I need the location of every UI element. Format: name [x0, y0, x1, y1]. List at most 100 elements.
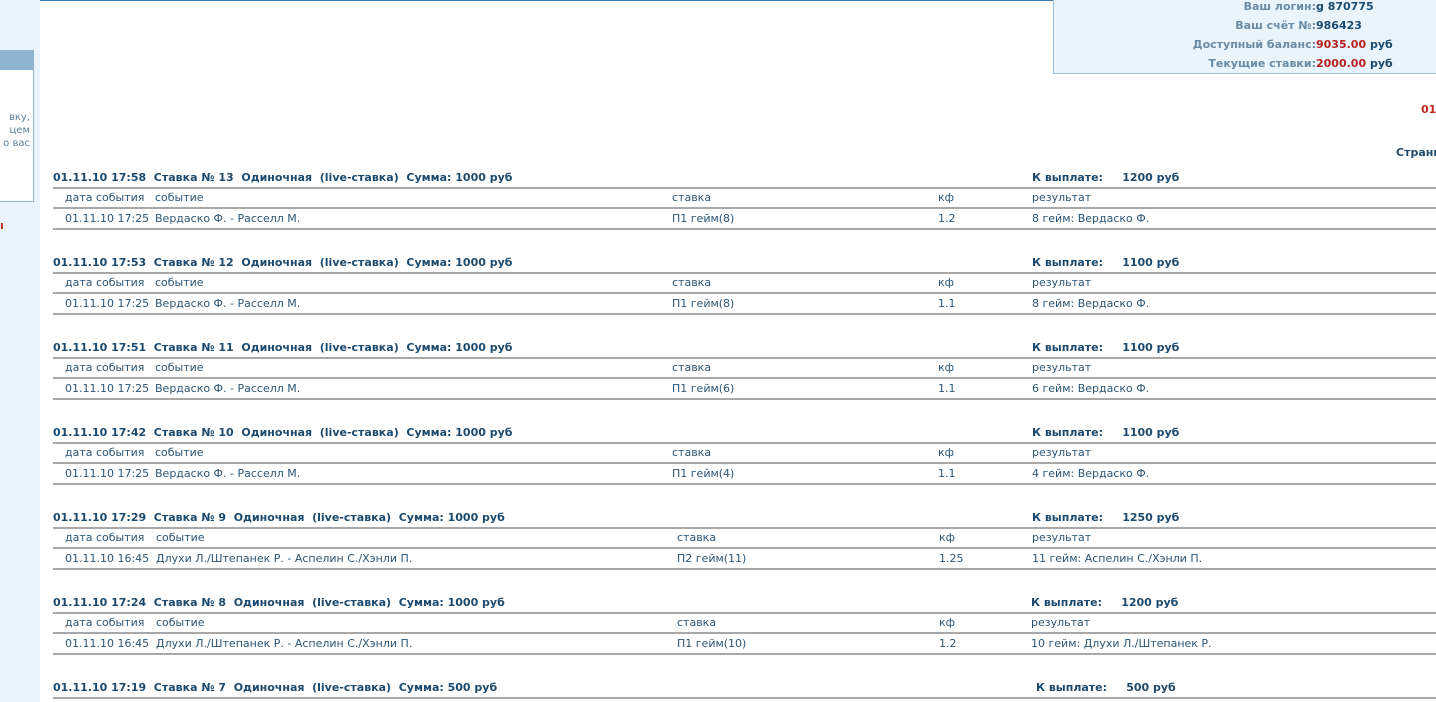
bet-title: 01.11.10 17:42 Ставка № 10 Одиночная (li…: [53, 426, 513, 439]
col-header-coef: кф: [938, 276, 955, 289]
col-header-result: результат: [1032, 191, 1092, 204]
coefficient: 1.2: [938, 212, 956, 225]
balance-value: 9035.00 руб: [1316, 38, 1393, 51]
divider: [53, 272, 1436, 274]
bet-payout: К выплате: 500 руб: [1036, 681, 1176, 694]
event-name: Длухи Л./Штепанек Р. - Аспелин С./Хэнли …: [156, 552, 413, 565]
result: 4 гейм: Вердаско Ф.: [1032, 467, 1150, 480]
bet-payout: К выплате: 1100 руб: [1032, 426, 1180, 439]
left-panel-line: о вас: [3, 138, 30, 149]
bet-block: 01.11.10 17:24 Ставка № 8 Одиночная (liv…: [53, 596, 1436, 666]
event-date: 01.11.10 16:45: [65, 637, 150, 650]
divider: [53, 697, 1436, 699]
current-bets-row: Текущие ставки: 2000.00 руб: [1054, 57, 1436, 76]
left-panel-line: цем: [9, 125, 30, 136]
col-header-coef: кф: [938, 446, 955, 459]
col-header-date: дата события: [65, 361, 145, 374]
account-number-value: 986423: [1316, 19, 1362, 32]
divider: [53, 228, 1436, 230]
bet-title: 01.11.10 17:51 Ставка № 11 Одиночная (li…: [53, 341, 513, 354]
divider: [53, 442, 1436, 444]
col-header-date: дата события: [65, 276, 145, 289]
login-value: g 870775: [1316, 0, 1374, 13]
col-header-date: дата события: [65, 191, 145, 204]
col-header-event: событие: [155, 191, 204, 204]
red-date-fragment: 01: [1421, 103, 1436, 116]
col-header-stake: ставка: [672, 361, 712, 374]
col-header-stake: ставка: [677, 531, 717, 544]
col-header-coef: кф: [938, 191, 955, 204]
balance-label: Доступный баланс:: [1192, 38, 1316, 51]
divider: [53, 462, 1436, 464]
divider: [53, 292, 1436, 294]
coefficient: 1.1: [938, 467, 956, 480]
coefficient: 1.2: [939, 637, 957, 650]
bet-title: 01.11.10 17:29 Ставка № 9 Одиночная (liv…: [53, 511, 505, 524]
login-row: Ваш логин: g 870775: [1054, 0, 1436, 19]
col-header-coef: кф: [938, 361, 955, 374]
divider: [53, 568, 1436, 570]
bet-block: 01.11.10 17:19 Ставка № 7 Одиночная (liv…: [53, 681, 1436, 702]
result: 8 гейм: Вердаско Ф.: [1032, 212, 1150, 225]
stake: П1 гейм(6): [672, 382, 735, 395]
divider: [53, 527, 1436, 529]
result: 6 гейм: Вердаско Ф.: [1032, 382, 1150, 395]
left-info-panel: вку, цем о вас: [0, 50, 34, 202]
divider: [53, 377, 1436, 379]
stake: П1 гейм(8): [672, 212, 735, 225]
left-panel-line: вку,: [8, 112, 30, 123]
col-header-date: дата события: [65, 446, 145, 459]
col-header-result: результат: [1032, 531, 1092, 544]
balance-row: Доступный баланс: 9035.00 руб: [1054, 38, 1436, 57]
event-date: 01.11.10 16:45: [65, 552, 150, 565]
event-name: Вердаско Ф. - Расселл М.: [155, 297, 301, 310]
result: 11 гейм: Аспелин С./Хэнли П.: [1032, 552, 1203, 565]
col-header-stake: ставка: [672, 446, 712, 459]
coefficient: 1.1: [938, 297, 956, 310]
event-date: 01.11.10 17:25: [65, 297, 150, 310]
divider: [53, 207, 1436, 209]
balance-amount: 9035.00: [1316, 38, 1367, 51]
col-header-stake: ставка: [677, 616, 717, 629]
bet-block: 01.11.10 17:53 Ставка № 12 Одиночная (li…: [53, 256, 1436, 326]
event-name: Длухи Л./Штепанек Р. - Аспелин С./Хэнли …: [156, 637, 413, 650]
stake: П1 гейм(10): [677, 637, 747, 650]
divider: [53, 357, 1436, 359]
account-number-label: Ваш счёт №:: [1235, 19, 1316, 32]
login-label: Ваш логин:: [1243, 0, 1316, 13]
bet-payout: К выплате: 1100 руб: [1032, 256, 1180, 269]
col-header-event: событие: [156, 531, 205, 544]
divider: [53, 632, 1436, 634]
bet-title: 01.11.10 17:53 Ставка № 12 Одиночная (li…: [53, 256, 513, 269]
current-bets-label: Текущие ставки:: [1208, 57, 1316, 70]
col-header-result: результат: [1032, 446, 1092, 459]
bet-title: 01.11.10 17:58 Ставка № 13 Одиночная (li…: [53, 171, 513, 184]
divider: [53, 653, 1436, 655]
event-name: Вердаско Ф. - Расселл М.: [155, 212, 301, 225]
col-header-event: событие: [155, 446, 204, 459]
col-header-date: дата события: [65, 616, 145, 629]
divider: [53, 483, 1436, 485]
col-header-stake: ставка: [672, 276, 712, 289]
col-header-stake: ставка: [672, 191, 712, 204]
col-header-event: событие: [156, 616, 205, 629]
col-header-coef: кф: [939, 616, 956, 629]
coefficient: 1.25: [939, 552, 964, 565]
balance-currency: руб: [1369, 38, 1393, 51]
stake: П2 гейм(11): [677, 552, 747, 565]
current-bets-amount: 2000.00: [1316, 57, 1367, 70]
current-bets-value: 2000.00 руб: [1316, 57, 1393, 70]
divider: [53, 398, 1436, 400]
result: 10 гейм: Длухи Л./Штепанек Р.: [1031, 637, 1212, 650]
bet-payout: К выплате: 1200 руб: [1031, 596, 1179, 609]
stake: П1 гейм(4): [672, 467, 735, 480]
divider: [53, 313, 1436, 315]
col-header-result: результат: [1032, 276, 1092, 289]
event-date: 01.11.10 17:25: [65, 467, 150, 480]
left-red-mark: ı: [0, 219, 4, 232]
event-date: 01.11.10 17:25: [65, 212, 150, 225]
pager-label[interactable]: Страни: [1396, 146, 1436, 159]
col-header-coef: кф: [939, 531, 956, 544]
col-header-event: событие: [155, 361, 204, 374]
divider: [53, 547, 1436, 549]
